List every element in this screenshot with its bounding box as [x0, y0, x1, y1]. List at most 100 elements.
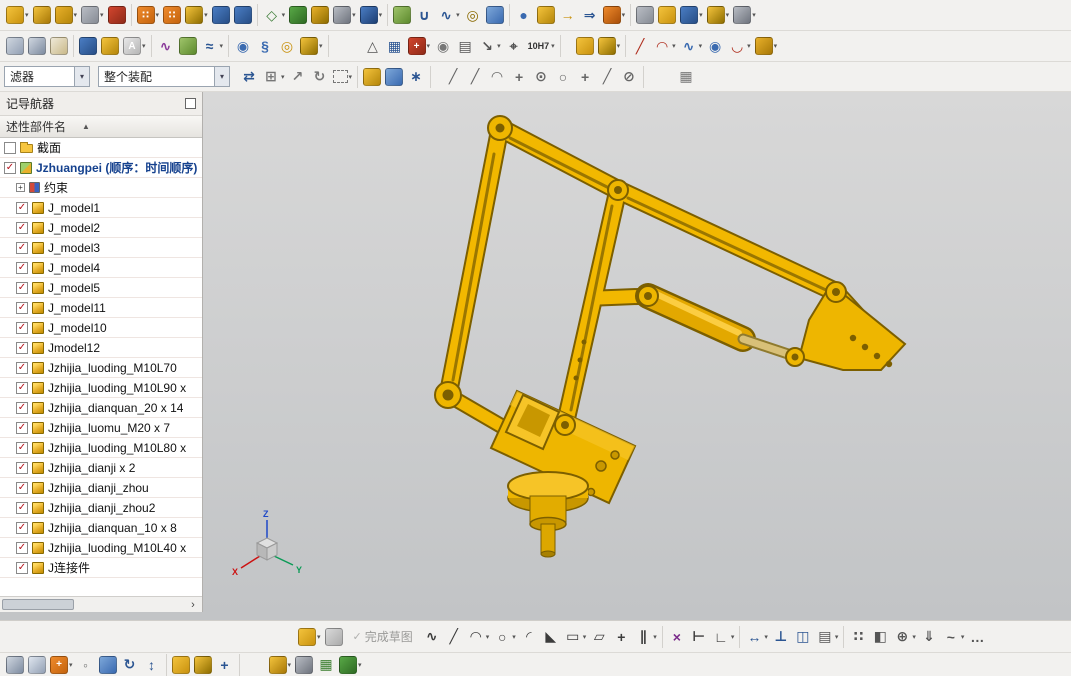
note-icon[interactable]: ▤ [454, 33, 476, 59]
quick-trim-icon[interactable]: × [666, 624, 688, 650]
tree-item-label[interactable]: Jzhijia_dianji x 2 [48, 461, 135, 475]
deviation-icon[interactable]: ≈ ▾ [199, 33, 226, 59]
component-checkbox[interactable]: ✓ [16, 421, 28, 434]
database-add-icon[interactable]: ▾ [337, 653, 364, 676]
quick-extend-icon[interactable]: ⊢ [688, 624, 710, 650]
plus-box-icon[interactable]: ⊞ ▾ [260, 64, 287, 90]
dropdown-caret[interactable]: ▾ [142, 42, 146, 50]
component-checkbox[interactable]: ✓ [4, 161, 16, 174]
dropdown-caret[interactable]: ▾ [486, 633, 490, 641]
sketch-more-icon[interactable]: … [966, 624, 988, 650]
tree-item[interactable]: ✓ Jzhuangpei (顺序：时间顺序) [0, 158, 202, 178]
display-constraints-icon[interactable]: ▤ ▾ [814, 624, 841, 650]
grid-snap-icon[interactable]: ▦ [675, 64, 697, 90]
intersect-icon[interactable] [232, 2, 254, 28]
selection-filter-combo[interactable]: 滤器 ▾ [4, 66, 90, 87]
external-window-icon[interactable] [97, 653, 119, 676]
hole-feature-icon[interactable] [106, 2, 128, 28]
dropdown-caret[interactable]: ▾ [282, 11, 286, 19]
component-checkbox[interactable]: ✓ [16, 521, 28, 534]
dropdown-caret[interactable]: ▾ [731, 633, 735, 641]
point-icon[interactable]: + [610, 624, 632, 650]
spring-icon[interactable]: § [254, 33, 276, 59]
dropdown-caret[interactable]: ▾ [617, 42, 621, 50]
trim-body-icon[interactable] [287, 2, 309, 28]
dropdown-caret[interactable]: ▾ [747, 42, 751, 50]
spreadsheet-icon[interactable]: ▦ [315, 653, 337, 676]
import-component-icon[interactable] [192, 653, 214, 676]
pin-icon[interactable]: ◦ [75, 653, 97, 676]
tree-item-label[interactable]: Jzhijia_luoding_M10L80 x [48, 441, 186, 455]
snap-arc-icon[interactable]: ◠ [486, 64, 508, 90]
snap-endpoint-icon[interactable]: ╱ [442, 64, 464, 90]
chamfer-icon[interactable] [391, 2, 413, 28]
edit-curve-icon[interactable]: ~ ▾ [940, 624, 967, 650]
component-checkbox[interactable]: ✓ [16, 241, 28, 254]
circle-icon[interactable]: ○ ▾ [491, 624, 518, 650]
cylinder-tool-icon[interactable]: ▾ [267, 653, 294, 676]
assembly-arrangements-icon[interactable]: ▾ [596, 33, 623, 59]
spiral-icon[interactable]: ◉ [232, 33, 254, 59]
edit-object-icon[interactable] [99, 33, 121, 59]
swept-icon[interactable]: ∿ ▾ [435, 2, 462, 28]
component-checkbox[interactable]: ✓ [16, 501, 28, 514]
tree-item[interactable]: ✓ Jzhijia_luoding_M10L40 x [0, 538, 202, 558]
dropdown-caret[interactable]: ▾ [349, 73, 353, 81]
tree-item-label[interactable]: J_model10 [48, 321, 107, 335]
tolerance-icon[interactable]: 10H7 ▾ [525, 33, 557, 59]
intersection-point-icon[interactable]: ⊕ ▾ [891, 624, 918, 650]
rapid-dimension-icon[interactable]: ↔ ▾ [743, 624, 770, 650]
datum-feature-symbol-icon[interactable]: ⌖ [503, 33, 525, 59]
scroll-right-arrow[interactable]: › [186, 597, 200, 612]
refresh-icon[interactable]: ↻ [119, 653, 141, 676]
dropdown-caret[interactable]: ▾ [583, 633, 587, 641]
measure-body-icon[interactable] [77, 33, 99, 59]
component-checkbox[interactable]: ✓ [16, 461, 28, 474]
tree-item[interactable]: ✓ J_model4 [0, 258, 202, 278]
combo-caret-icon[interactable]: ▾ [214, 67, 229, 86]
tree-item[interactable]: ✓ J_model2 [0, 218, 202, 238]
tree-item-label[interactable]: Jzhijia_dianquan_20 x 14 [48, 401, 183, 415]
dropdown-caret[interactable]: ▾ [358, 661, 362, 669]
tree-item-label[interactable]: Jzhijia_luomu_M20 x 7 [48, 421, 170, 435]
tree-item-label[interactable]: Jzhijia_luoding_M10L40 x [48, 541, 186, 555]
component-checkbox[interactable]: ✓ [16, 361, 28, 374]
dropdown-caret[interactable]: ▾ [69, 661, 73, 669]
dropdown-caret[interactable]: ▾ [352, 11, 356, 19]
sphere-icon[interactable]: ● [513, 2, 535, 28]
window-icon[interactable] [26, 653, 48, 676]
surface-icon[interactable]: ▾ [753, 33, 780, 59]
offset-curve-icon[interactable]: ∥ ▾ [632, 624, 659, 650]
component-group-icon[interactable] [170, 653, 192, 676]
dropdown-caret[interactable]: ▾ [699, 11, 703, 19]
tree-item[interactable]: ✓ Jzhijia_dianquan_20 x 14 [0, 398, 202, 418]
tree-item[interactable]: ✓ J_model10 [0, 318, 202, 338]
tree-item-label[interactable]: Jzhijia_dianji_zhou2 [48, 501, 155, 515]
facet-body-filter-icon[interactable] [383, 64, 405, 90]
dropdown-caret[interactable]: ▾ [551, 42, 555, 50]
mirror-curve-icon[interactable]: ◧ [869, 624, 891, 650]
dropdown-caret[interactable]: ▾ [726, 11, 730, 19]
dropdown-caret[interactable]: ▾ [622, 11, 626, 19]
torus-icon[interactable]: ◎ [276, 33, 298, 59]
tree-item-label[interactable]: J_model3 [48, 241, 100, 255]
component-checkbox[interactable] [4, 141, 16, 154]
dropdown-caret[interactable]: ▾ [100, 11, 104, 19]
dropdown-caret[interactable]: ▾ [288, 661, 292, 669]
move-face-icon[interactable]: → [557, 2, 579, 28]
subtract-icon[interactable] [210, 2, 232, 28]
component-checkbox[interactable]: ✓ [16, 481, 28, 494]
scrollbar-thumb[interactable] [2, 599, 74, 610]
dropdown-caret[interactable]: ▾ [204, 11, 208, 19]
draft-analysis-icon[interactable]: △ [362, 33, 384, 59]
shell-icon[interactable] [309, 2, 331, 28]
component-checkbox[interactable]: ✓ [16, 401, 28, 414]
tree-item-label[interactable]: Jzhijia_dianquan_10 x 8 [48, 521, 177, 535]
project-curve-icon[interactable]: ⇓ [918, 624, 940, 650]
component-checkbox[interactable]: ✓ [16, 441, 28, 454]
dropdown-caret[interactable]: ▾ [961, 633, 965, 641]
tree-item-label[interactable]: Jzhijia_dianji_zhou [48, 481, 149, 495]
revolve-icon[interactable]: ▾ [79, 2, 106, 28]
pattern-curve-icon[interactable]: ∷ [847, 624, 869, 650]
dropdown-caret[interactable]: ▾ [672, 42, 676, 50]
